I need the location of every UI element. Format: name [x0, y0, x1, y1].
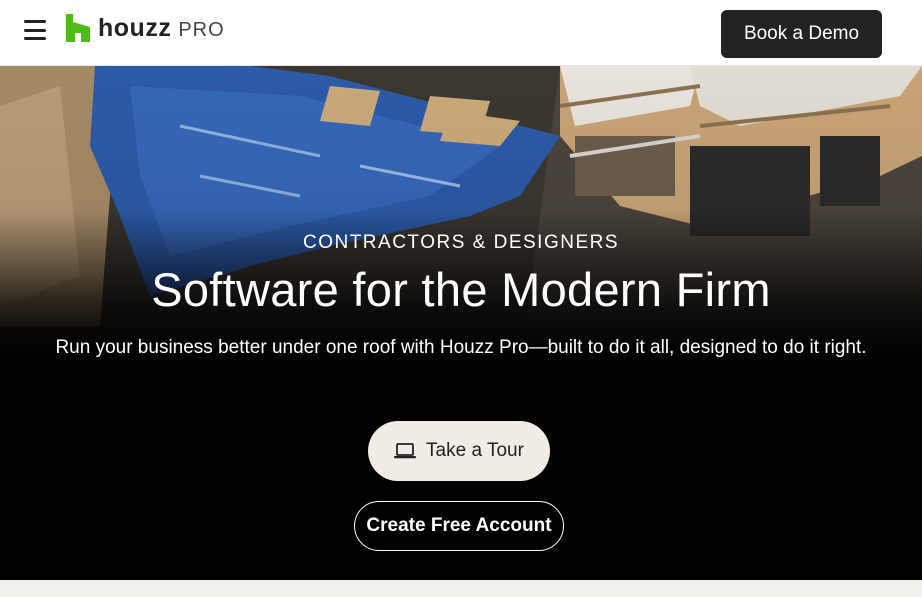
houzz-pro-logo[interactable]: houzz PRO	[66, 14, 225, 42]
book-demo-button[interactable]: Book a Demo	[721, 10, 882, 58]
logo-pro-suffix: PRO	[178, 19, 225, 41]
logo-wordmark: houzz	[98, 13, 172, 42]
laptop-icon	[394, 443, 417, 459]
take-a-tour-label: Take a Tour	[426, 440, 524, 461]
hero-subheading: Run your business better under one roof …	[55, 337, 867, 358]
houzz-logo-icon	[66, 14, 90, 42]
hero-section: CONTRACTORS & DESIGNERS Software for the…	[0, 66, 922, 580]
hero-eyebrow: CONTRACTORS & DESIGNERS	[302, 232, 620, 253]
hamburger-menu-icon[interactable]	[24, 20, 46, 40]
create-free-account-button[interactable]: Create Free Account	[354, 501, 564, 551]
top-navigation-bar: houzz PRO Book a Demo	[0, 0, 922, 66]
hero-headline: Software for the Modern Firm	[151, 263, 771, 316]
next-section-edge	[0, 580, 922, 597]
take-a-tour-button[interactable]: Take a Tour	[368, 421, 550, 481]
